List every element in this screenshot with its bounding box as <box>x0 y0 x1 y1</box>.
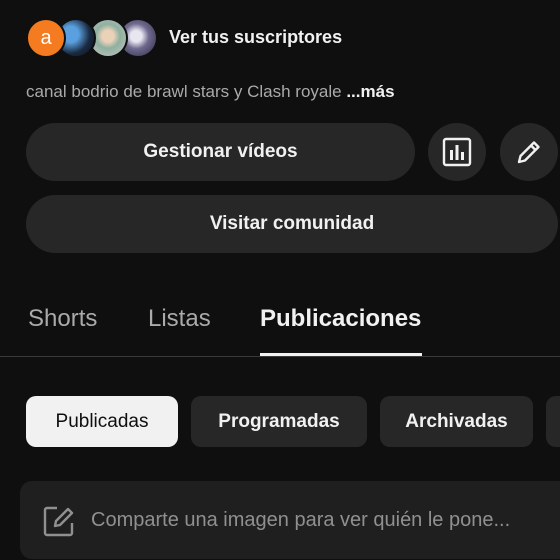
composer-placeholder[interactable]: Comparte una imagen para ver quién le po… <box>91 509 557 532</box>
visit-community-button[interactable]: Visitar comunidad <box>26 195 558 253</box>
channel-description[interactable]: canal bodrio de brawl stars y Clash roya… <box>26 82 395 102</box>
stats-button[interactable] <box>428 123 486 181</box>
chip-label: Archivadas <box>405 410 508 432</box>
pencil-icon <box>517 141 540 164</box>
chip-label: Programadas <box>218 410 340 432</box>
view-subscribers-link[interactable]: Ver tus suscriptores <box>169 27 342 48</box>
more-link[interactable]: ...más <box>346 82 394 101</box>
tab-shorts[interactable]: Shorts <box>28 305 97 333</box>
tab-lists[interactable]: Listas <box>148 305 211 333</box>
filter-chip-archived[interactable]: Archivadas <box>380 396 533 447</box>
manage-videos-button[interactable]: Gestionar vídeos <box>26 123 415 181</box>
chip-label: Publicadas <box>55 410 149 432</box>
bar-chart-icon <box>442 137 472 167</box>
filter-chip-more[interactable] <box>546 396 560 447</box>
filter-chip-scheduled[interactable]: Programadas <box>191 396 367 447</box>
manage-videos-label: Gestionar vídeos <box>143 141 298 162</box>
description-text: canal bodrio de brawl stars y Clash roya… <box>26 82 347 101</box>
edit-channel-button[interactable] <box>500 123 558 181</box>
subscriber-avatars[interactable]: a <box>26 18 158 58</box>
filter-chip-published[interactable]: Publicadas <box>26 396 178 447</box>
edit-square-icon <box>42 504 76 543</box>
avatar: a <box>26 18 66 58</box>
visit-community-label: Visitar comunidad <box>209 213 375 234</box>
tabs-divider <box>0 356 560 357</box>
tab-posts[interactable]: Publicaciones <box>260 305 421 333</box>
